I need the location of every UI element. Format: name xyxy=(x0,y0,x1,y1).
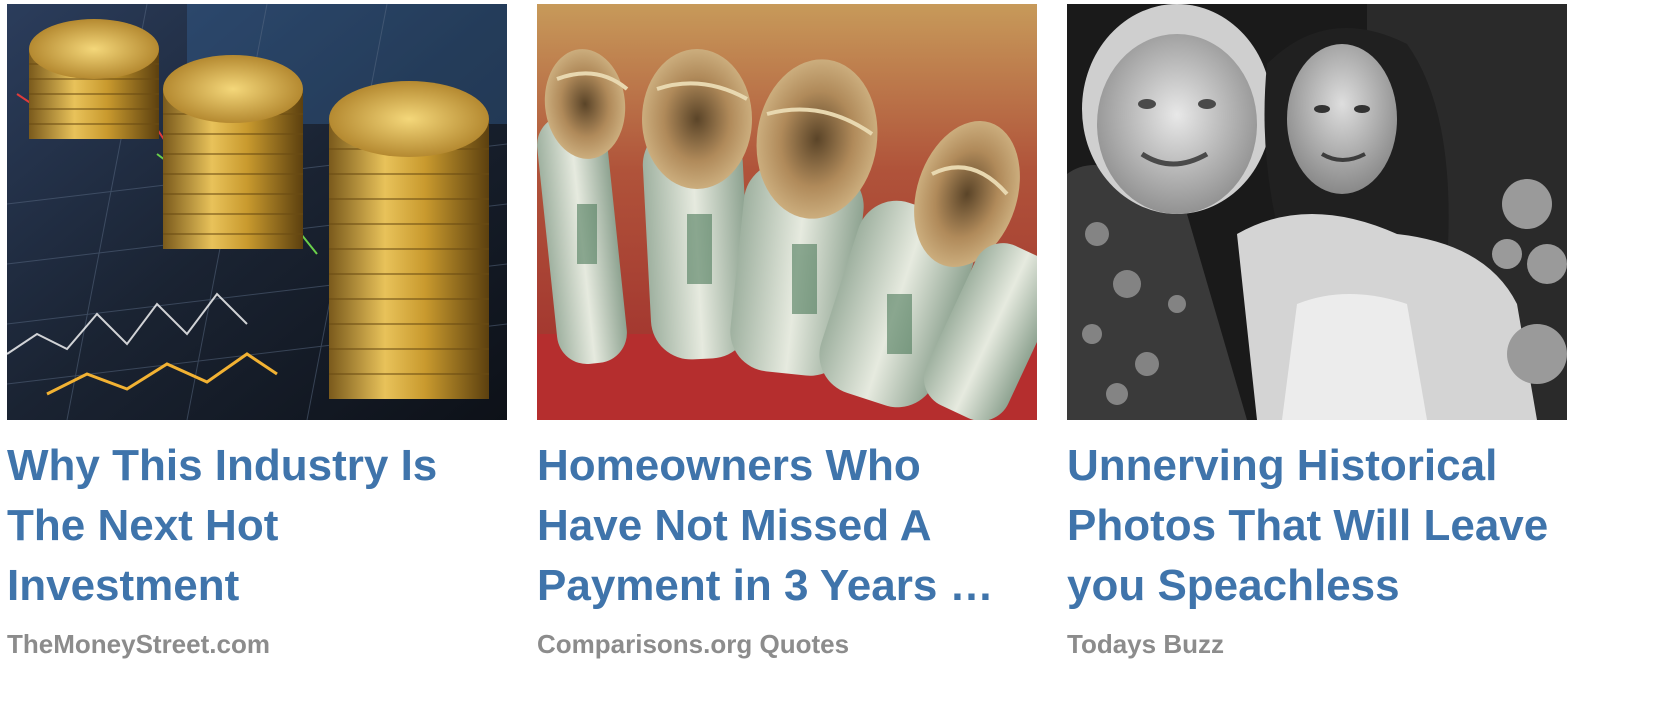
ad-source-1[interactable]: TheMoneyStreet.com xyxy=(7,628,507,660)
headline-line: The Next Hot xyxy=(7,501,279,550)
ad-card-3[interactable]: Unnerving Historical Photos That Will Le… xyxy=(1067,4,1567,660)
ad-source-2[interactable]: Comparisons.org Quotes xyxy=(537,628,1037,660)
headline-line: Homeowners Who xyxy=(537,441,921,490)
gold-coins-image[interactable] xyxy=(7,4,507,420)
ad-card-1[interactable]: Why This Industry Is The Next Hot Invest… xyxy=(7,4,507,660)
ad-headline-1[interactable]: Why This Industry Is The Next Hot Invest… xyxy=(7,436,507,616)
ad-headline-3[interactable]: Unnerving Historical Photos That Will Le… xyxy=(1067,436,1567,616)
headline-line: Photos That Will Leave xyxy=(1067,501,1549,550)
ad-source-3[interactable]: Todays Buzz xyxy=(1067,628,1567,660)
headline-line: Have Not Missed A xyxy=(537,501,932,550)
ad-headline-2[interactable]: Homeowners Who Have Not Missed A Payment… xyxy=(537,436,1037,616)
headline-line: you Speachless xyxy=(1067,561,1400,610)
ad-card-2[interactable]: Homeowners Who Have Not Missed A Payment… xyxy=(537,4,1037,660)
headline-line: Why This Industry Is xyxy=(7,441,438,490)
headline-line: Payment in 3 Years … xyxy=(537,561,994,610)
rolled-money-image[interactable] xyxy=(537,4,1037,420)
headline-line: Unnerving Historical xyxy=(1067,441,1498,490)
headline-line: Investment xyxy=(7,561,240,610)
couple-photo-image[interactable] xyxy=(1067,4,1567,420)
